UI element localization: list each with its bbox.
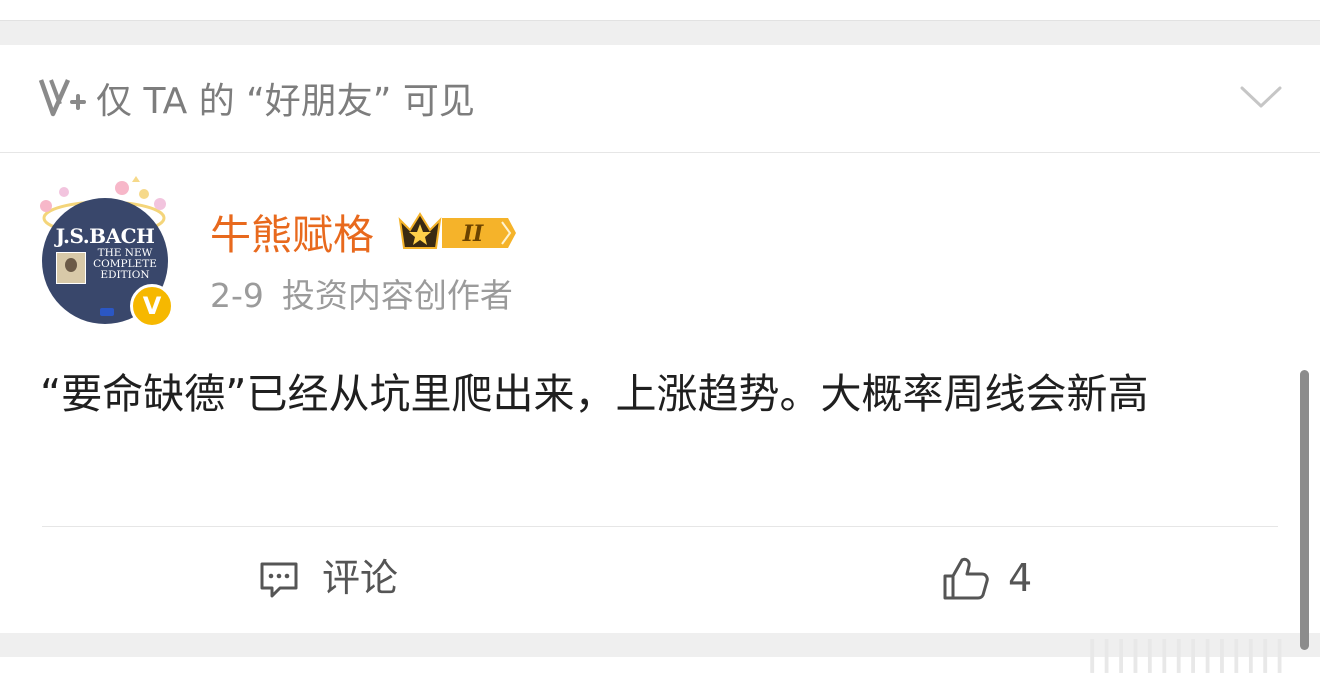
feed-separator-top xyxy=(0,20,1320,45)
verified-badge-icon: V xyxy=(130,284,174,328)
scrollbar[interactable] xyxy=(1300,370,1309,650)
post-text[interactable]: “要命缺德”已经从坑里爬出来，上涨趋势。大概率周线会新高 xyxy=(40,358,1280,430)
comment-icon[interactable] xyxy=(258,560,300,600)
divider xyxy=(42,526,1278,527)
visibility-v-plus-icon xyxy=(38,79,86,117)
like-thumb-icon[interactable] xyxy=(942,556,990,602)
record-label-icon xyxy=(100,308,114,316)
avatar-album-title: J.S.BACH xyxy=(55,224,155,248)
like-count[interactable]: 4 xyxy=(1008,554,1032,602)
username[interactable]: 牛熊赋格 xyxy=(210,210,374,260)
watermark: |||||||||||||| xyxy=(1086,634,1288,674)
post-date: 2-9 xyxy=(210,276,264,315)
chevron-down-icon[interactable] xyxy=(1240,84,1282,110)
comment-button[interactable]: 评论 xyxy=(322,554,398,602)
author-role: 投资内容创作者 xyxy=(281,276,513,315)
portrait-icon xyxy=(56,252,86,284)
post-meta: 2-9 投资内容创作者 xyxy=(210,274,531,318)
vip-crown-badge-icon[interactable] xyxy=(396,210,516,256)
avatar-album-subtitle: THE NEW COMPLETE EDITION xyxy=(93,247,157,281)
visibility-text: 仅 TA 的 “好朋友” 可见 xyxy=(96,81,475,122)
vip-level: II xyxy=(462,221,484,247)
